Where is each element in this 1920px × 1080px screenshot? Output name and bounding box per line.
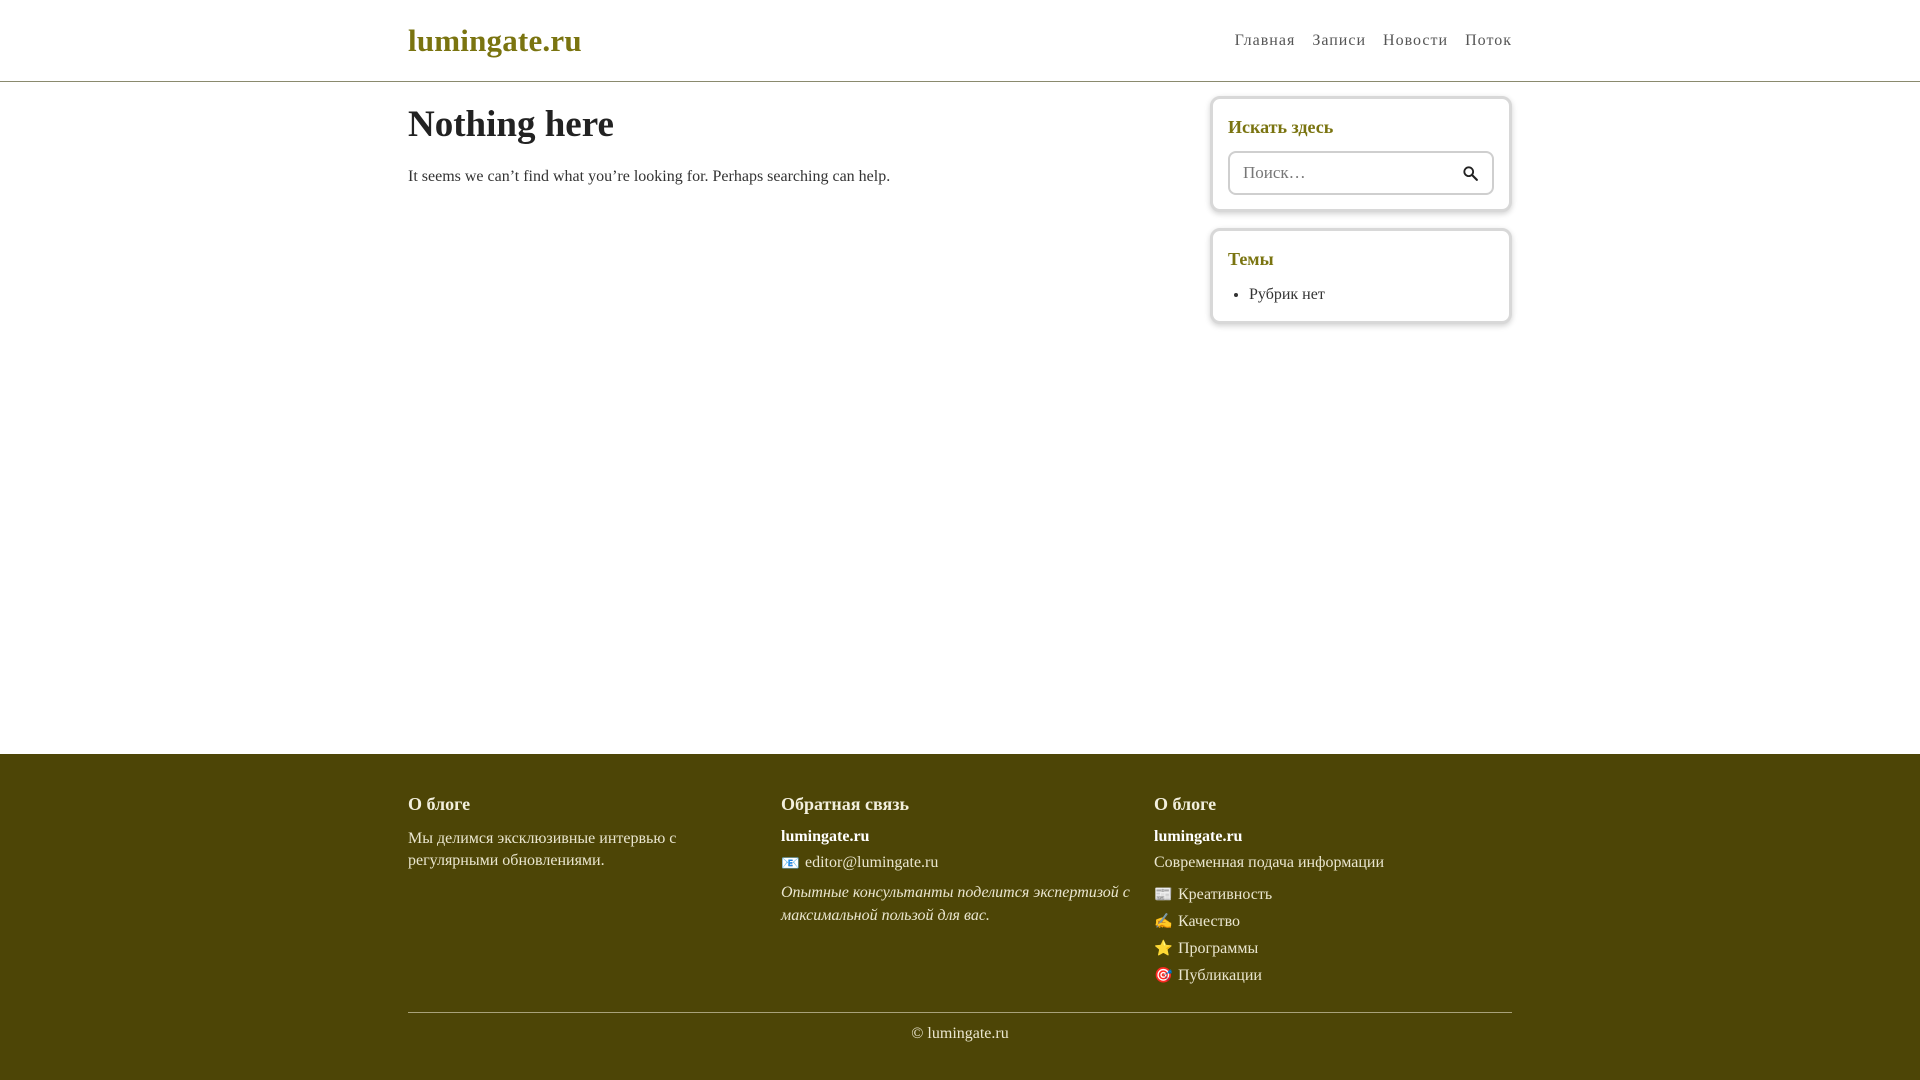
footer-link-label: Программы [1178, 940, 1259, 957]
writing-hand-icon: ✍️ [1154, 912, 1173, 930]
search-button[interactable] [1458, 161, 1482, 185]
topics-widget-title: Темы [1228, 249, 1274, 269]
page-title: Nothing here [408, 104, 614, 145]
topics-widget: Темы Рубрик нет [1210, 228, 1512, 324]
search-widget-title: Искать здесь [1228, 117, 1334, 137]
nav-item-stream[interactable]: Поток [1465, 32, 1512, 50]
footer-col-contact: Обратная связь lumingate.ru 📧 editor@lum… [781, 794, 1154, 1012]
footer-email-text[interactable]: editor@lumingate.ru [805, 854, 938, 872]
footer-copyright: © lumingate.ru [408, 1012, 1512, 1043]
footer-quote: Опытные консультанты поделится экспертиз… [781, 884, 1130, 924]
footer-link-creativity[interactable]: 📰 Креативность [1154, 881, 1512, 908]
main-nav: Главная Записи Новости Поток [1235, 32, 1512, 50]
nav-item-home[interactable]: Главная [1235, 32, 1296, 50]
site-title-link[interactable]: lumingate.ru [408, 23, 582, 59]
footer-heading: О блоге [1154, 794, 1217, 814]
target-icon: 🎯 [1154, 966, 1173, 984]
footer-brand: lumingate.ru [781, 828, 870, 845]
footer-link-label: Креативность [1178, 886, 1273, 903]
footer-about-text: Мы делимся эксклюзивные интервью с регул… [408, 830, 677, 869]
footer-link-label: Публикации [1178, 967, 1262, 984]
search-icon [1462, 165, 1478, 181]
footer-link-quality[interactable]: ✍️ Качество [1154, 908, 1512, 935]
page-message: It seems we can’t find what you’re looki… [408, 168, 891, 185]
footer-heading: Обратная связь [781, 794, 909, 814]
footer-links: 📰 Креативность ✍️ Качество ⭐ Программы 🎯… [1154, 881, 1512, 989]
email-icon: 📧 [781, 854, 800, 872]
topics-list: Рубрик нет [1228, 283, 1494, 307]
sidebar: Искать здесь Темы Рубрик нет [1210, 82, 1512, 340]
list-item: Рубрик нет [1249, 283, 1494, 307]
footer-brand: lumingate.ru [1154, 828, 1243, 845]
footer-link-programs[interactable]: ⭐ Программы [1154, 935, 1512, 962]
newspaper-icon: 📰 [1154, 885, 1173, 903]
footer-col-about: О блоге Мы делимся эксклюзивные интервью… [408, 794, 781, 1012]
footer-link-label: Качество [1178, 913, 1241, 930]
footer-columns: О блоге Мы делимся эксклюзивные интервью… [408, 754, 1512, 1012]
main-area: Nothing here It seems we can’t find what… [0, 82, 1920, 754]
search-input[interactable] [1230, 154, 1450, 192]
search-widget: Искать здесь [1210, 96, 1512, 212]
nav-item-posts[interactable]: Записи [1312, 32, 1366, 50]
footer-col-about-2: О блоге lumingate.ru Современная подача … [1154, 794, 1512, 1012]
footer-link-publications[interactable]: 🎯 Публикации [1154, 962, 1512, 989]
star-icon: ⭐ [1154, 939, 1173, 957]
site-header: lumingate.ru Главная Записи Новости Пото… [0, 0, 1920, 82]
main-content: Nothing here It seems we can’t find what… [408, 82, 1168, 340]
footer-heading: О блоге [408, 794, 471, 814]
footer-tagline: Современная подача информации [1154, 854, 1385, 871]
footer-email[interactable]: 📧 editor@lumingate.ru [781, 854, 1134, 872]
nav-item-news[interactable]: Новости [1383, 32, 1448, 50]
search-box [1228, 151, 1494, 195]
site-footer: О блоге Мы делимся эксклюзивные интервью… [0, 754, 1920, 1080]
